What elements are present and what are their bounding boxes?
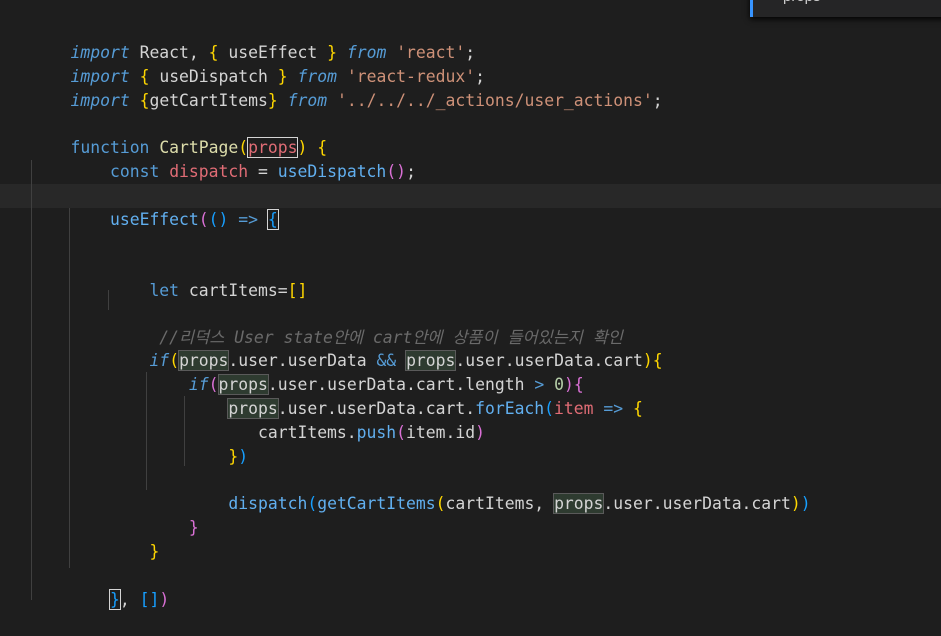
code-line[interactable]: }): [31, 421, 248, 466]
token: push: [356, 423, 397, 442]
token: dispatch: [169, 162, 249, 181]
token: ): [642, 351, 653, 370]
code-line[interactable]: if(props.user.userData.cart.length > 0){: [31, 349, 584, 395]
token: (: [307, 494, 318, 513]
token: =>: [593, 399, 634, 418]
code-line[interactable]: let cartItems=[]: [31, 255, 307, 300]
code-line[interactable]: const dispatch = useDispatch();: [31, 136, 416, 181]
token: {: [652, 351, 663, 370]
token: forEach: [475, 399, 545, 418]
token: let: [149, 281, 180, 300]
chevron-right-icon[interactable]: ❯: [763, 0, 771, 3]
token: }: [267, 91, 278, 110]
token: getCartItems: [149, 91, 268, 110]
code-line[interactable]: }, []): [31, 564, 169, 610]
code-line[interactable]: props.user.userData.cart.forEach(item =>…: [31, 373, 643, 419]
token: useEffect: [109, 210, 199, 229]
code-line[interactable]: //리덕스 User state안에 cart안에 상품이 들어있는지 확인: [31, 302, 623, 347]
code-line[interactable]: function CartPage(props) {: [31, 112, 327, 158]
token: cartItems,: [445, 494, 555, 513]
token: }: [149, 542, 160, 561]
token: .user.userData.cart: [603, 494, 791, 513]
code-line[interactable]: cartItems.push(item.id): [31, 397, 485, 442]
token: ;: [652, 91, 663, 110]
code-line[interactable]: import {getCartItems} from '../../../_ac…: [31, 65, 662, 110]
token: =>: [228, 210, 268, 229]
token: ): [800, 494, 811, 513]
token: (: [435, 494, 446, 513]
token: ): [790, 494, 801, 513]
token: from: [277, 91, 328, 110]
token: ): [475, 423, 485, 442]
find-widget[interactable]: ❯ props: [750, 0, 941, 17]
token: dispatch: [228, 494, 308, 513]
token: (: [544, 399, 555, 418]
token: cartItems: [179, 281, 278, 300]
token: =: [248, 162, 278, 181]
code-line[interactable]: if(props.user.userData && props.user.use…: [31, 325, 663, 371]
token: useDispatch: [277, 162, 387, 181]
token: (: [198, 210, 209, 229]
token: ;: [406, 162, 416, 181]
token: {: [633, 399, 643, 418]
code-line[interactable]: }: [31, 492, 199, 537]
token: cartItems.: [257, 423, 357, 442]
token: []: [287, 281, 308, 300]
token: getCartItems: [317, 494, 436, 513]
token: '../../../_actions/user_actions': [336, 91, 653, 110]
token: {: [266, 209, 279, 230]
token: import: [70, 91, 130, 110]
code-line[interactable]: useEffect(() => {: [31, 184, 279, 230]
token: item: [554, 399, 594, 418]
code-line[interactable]: import { useDispatch } from 'react-redux…: [31, 41, 485, 86]
token: (): [386, 162, 407, 181]
code-editor[interactable]: ❯ props import React, { useEffect } from…: [0, 0, 941, 610]
token: (: [396, 423, 407, 442]
token: }: [228, 447, 239, 466]
token: {: [139, 91, 150, 110]
token: }: [188, 518, 199, 537]
code-line[interactable]: }: [31, 516, 159, 561]
find-input[interactable]: props: [783, 0, 821, 5]
token: =: [277, 281, 288, 300]
code-line[interactable]: import React, { useEffect } from 'react'…: [31, 17, 475, 62]
token: (): [208, 210, 229, 229]
code-line[interactable]: dispatch(getCartItems(cartItems, props.u…: [31, 468, 811, 514]
search-match: props: [553, 493, 605, 514]
token: const: [109, 162, 160, 181]
token: ): [238, 447, 249, 466]
token: item.id: [406, 423, 476, 442]
